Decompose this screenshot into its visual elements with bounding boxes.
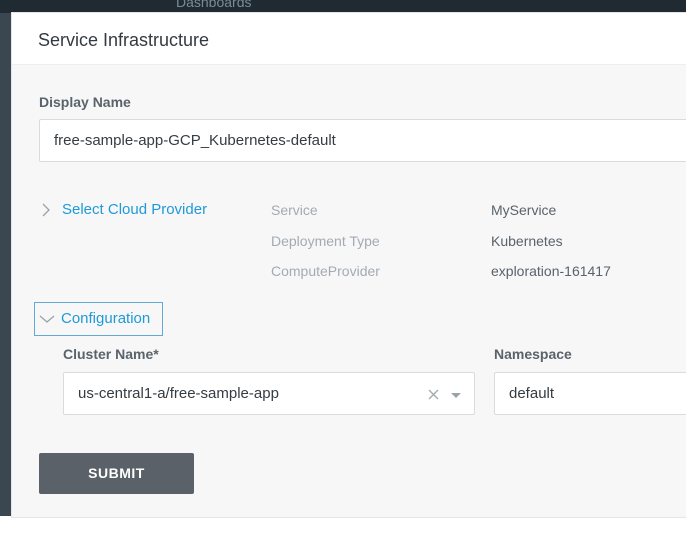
cluster-name-label: Cluster Name* <box>63 346 159 362</box>
service-infrastructure-modal: Service Infrastructure Display Name free… <box>12 13 686 517</box>
summary-value-service: MyService <box>491 202 557 218</box>
background-app-header: Dashboards <box>0 0 686 13</box>
chevron-down-icon <box>39 315 55 323</box>
summary-key-service: Service <box>271 202 318 218</box>
clear-icon[interactable] <box>428 389 439 400</box>
modal-title: Service Infrastructure <box>38 30 210 50</box>
display-name-input[interactable]: free-sample-app-GCP_Kubernetes-default <box>39 119 686 162</box>
configuration-label: Configuration <box>61 310 151 327</box>
cluster-name-value: us-central1-a/free-sample-app <box>78 385 279 402</box>
submit-button[interactable]: SUBMIT <box>39 453 194 494</box>
namespace-input[interactable]: default <box>494 372 686 415</box>
summary-key-deployment-type: Deployment Type <box>271 233 380 249</box>
summary-value-deployment-type: Kubernetes <box>491 233 563 249</box>
caret-down-icon[interactable] <box>451 393 461 398</box>
summary-key-compute-provider: ComputeProvider <box>271 263 380 279</box>
display-name-label: Display Name <box>39 94 131 110</box>
namespace-label: Namespace <box>494 346 572 362</box>
summary-value-compute-provider: exploration-161417 <box>491 263 611 279</box>
namespace-value: default <box>509 385 555 402</box>
background-sidebar <box>0 13 12 530</box>
configuration-toggle[interactable]: Configuration <box>34 302 163 336</box>
display-name-value: free-sample-app-GCP_Kubernetes-default <box>54 132 336 149</box>
background-nav-link: Dashboards <box>176 0 252 10</box>
chevron-right-icon[interactable] <box>41 203 51 217</box>
modal-header: Service Infrastructure <box>12 13 686 65</box>
submit-label: SUBMIT <box>88 465 145 481</box>
background-bottom <box>0 516 686 540</box>
select-cloud-provider-link[interactable]: Select Cloud Provider <box>62 201 207 218</box>
cluster-name-select[interactable]: us-central1-a/free-sample-app <box>63 372 475 415</box>
